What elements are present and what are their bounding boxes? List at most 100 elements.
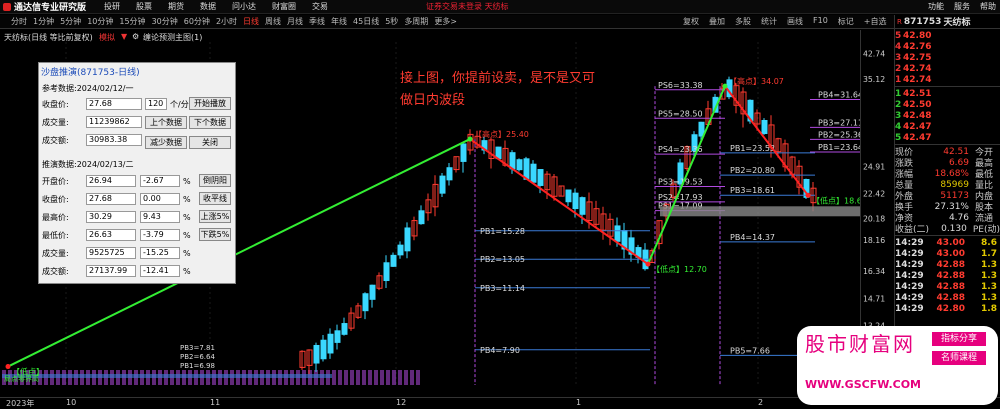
prev-data-button[interactable]: 上个数据: [145, 116, 187, 129]
push-value-field[interactable]: 26.63: [86, 229, 136, 241]
period-tab[interactable]: 年线: [328, 16, 350, 27]
menu-item-help[interactable]: 帮助: [980, 1, 996, 12]
ask-row[interactable]: 5 42.80: [895, 30, 1000, 41]
ref-volume-field[interactable]: 11239862: [86, 116, 142, 128]
pivot-point: [722, 83, 728, 89]
ask-row[interactable]: 3 42.75: [895, 52, 1000, 63]
tick-row: 14:29 42.80 1.8: [895, 303, 997, 314]
ref-amount-field[interactable]: 30983.38: [86, 134, 142, 146]
chart-tool-button[interactable]: +自选: [859, 16, 892, 27]
period-tab[interactable]: 2小时: [213, 16, 240, 27]
chart-tool-button[interactable]: 统计: [756, 16, 782, 27]
price-axis-label: 42.74: [863, 50, 885, 59]
period-tab[interactable]: 45日线: [350, 16, 382, 27]
bottom-level-label: PB1=6.98: [180, 362, 215, 370]
indicator-bar: [350, 370, 354, 385]
ref-close-field[interactable]: 27.68: [86, 98, 142, 110]
indicator-title: 天纺标(日线 等比前复权): [4, 33, 93, 42]
chart-tool-button[interactable]: 标记: [833, 16, 859, 27]
chart-tool-button[interactable]: 复权: [678, 16, 704, 27]
menu-item-data[interactable]: 数据: [192, 1, 224, 12]
candle-body: [320, 339, 327, 360]
down-arrow-icon[interactable]: ▼: [121, 32, 127, 41]
next-data-button[interactable]: 下个数据: [189, 116, 231, 129]
indicator-bar: [410, 370, 414, 385]
level-label: PB4=7.90: [480, 346, 520, 355]
period-tab[interactable]: 周线: [262, 16, 284, 27]
level-label: PB2=20.80: [730, 166, 775, 175]
main-menu: 投研 股票 期货 数据 问小达 财富圈 交易: [96, 1, 336, 12]
bid-row[interactable]: 4 42.47: [895, 121, 1000, 132]
push-pct-field[interactable]: 9.43: [140, 211, 180, 223]
period-tab[interactable]: 更多>: [431, 16, 460, 27]
dialog-title: 沙盘推演(871753-日线): [39, 63, 235, 78]
indicator-bar: [380, 370, 384, 385]
indicator-formula[interactable]: 缠论预测主图(1): [143, 32, 202, 43]
menu-item-futures[interactable]: 期货: [160, 1, 192, 12]
period-tab[interactable]: 5秒: [382, 16, 401, 27]
bid-row[interactable]: 2 42.50: [895, 99, 1000, 110]
bid-row[interactable]: 3 42.48: [895, 110, 1000, 121]
chart-tool-button[interactable]: F10: [808, 16, 833, 27]
chart-tool-button[interactable]: 多股: [730, 16, 756, 27]
date-label: 10: [66, 398, 77, 407]
push-action-button[interactable]: 收平线: [199, 192, 231, 205]
quote-stat-row: 现价 42.51 今开: [895, 146, 994, 158]
push-value-field[interactable]: 26.94: [86, 175, 136, 187]
push-pct-field[interactable]: -2.67: [140, 175, 180, 187]
push-action-button[interactable]: 倒阴阳: [199, 174, 231, 187]
push-value-field[interactable]: 27137.99: [86, 265, 136, 277]
period-tab[interactable]: 5分钟: [57, 16, 84, 27]
sim-mode[interactable]: 模拟: [99, 32, 115, 43]
reduce-data-button[interactable]: 减少数据: [145, 136, 187, 149]
ask-row[interactable]: 4 42.76: [895, 41, 1000, 52]
date-label: 12: [396, 398, 407, 407]
push-pct-field[interactable]: -15.25: [140, 247, 180, 259]
menu-item-trade[interactable]: 交易: [304, 1, 336, 12]
period-tab[interactable]: 15分钟: [116, 16, 148, 27]
indicator-bar: [368, 370, 372, 385]
indicator-bar: [386, 370, 390, 385]
level-label: PB1=15.28: [480, 227, 525, 236]
period-tab[interactable]: 日线: [240, 16, 262, 27]
push-value-field[interactable]: 27.68: [86, 193, 136, 205]
pivot-label: 【低点】12.70: [652, 264, 707, 274]
ask-row[interactable]: 2 42.74: [895, 63, 1000, 74]
indicator-band: [2, 374, 332, 378]
candle-body: [530, 163, 537, 183]
period-tab[interactable]: 分时: [8, 16, 30, 27]
period-tab[interactable]: 月线: [284, 16, 306, 27]
menu-item-stocks[interactable]: 股票: [128, 1, 160, 12]
chart-tool-button[interactable]: 叠加: [704, 16, 730, 27]
ask-row[interactable]: 1 42.74: [895, 74, 1000, 85]
push-value-field[interactable]: 30.29: [86, 211, 136, 223]
period-tab[interactable]: 10分钟: [84, 16, 116, 27]
push-action-button[interactable]: 上涨5%: [199, 210, 231, 223]
chart-tool-button[interactable]: 画线: [782, 16, 808, 27]
bid-row[interactable]: 5 42.47: [895, 132, 1000, 143]
login-notice[interactable]: 证券交易未登录 天纺标: [426, 1, 509, 12]
menu-item-research[interactable]: 投研: [96, 1, 128, 12]
period-tab[interactable]: 1分钟: [30, 16, 57, 27]
push-pct-field[interactable]: -12.41: [140, 265, 180, 277]
period-tab[interactable]: 60分钟: [181, 16, 213, 27]
push-pct-field[interactable]: -3.79: [140, 229, 180, 241]
quote-stat-row: 总量 85969 量比: [895, 179, 994, 191]
gear-icon[interactable]: ⚙: [132, 32, 139, 41]
menu-item-service[interactable]: 服务: [954, 1, 970, 12]
start-play-button[interactable]: 开始播放: [189, 97, 231, 110]
push-value-field[interactable]: 9525725: [86, 247, 136, 259]
bid-row[interactable]: 1 42.51: [895, 88, 1000, 99]
period-tab[interactable]: 季线: [306, 16, 328, 27]
speed-field[interactable]: 120: [145, 98, 167, 110]
period-tab[interactable]: 30分钟: [149, 16, 181, 27]
push-pct-field[interactable]: 0.00: [140, 193, 180, 205]
tick-list: 14:29 43.00 8.6 14:29 43.00 1.7 14:29 42.88 1.3 1…: [895, 236, 1000, 315]
sandbox-dialog: 沙盘推演(871753-日线) 参考数据:2024/02/12/一 收盘价: 2…: [38, 62, 236, 284]
push-action-button[interactable]: 下跌5%: [199, 228, 231, 241]
menu-item-ask[interactable]: 问小达: [224, 1, 264, 12]
period-tab[interactable]: 多周期: [401, 16, 431, 27]
menu-item-wealth[interactable]: 财富圈: [264, 1, 304, 12]
menu-item-functions[interactable]: 功能: [928, 1, 944, 12]
close-button[interactable]: 关闭: [189, 136, 231, 149]
